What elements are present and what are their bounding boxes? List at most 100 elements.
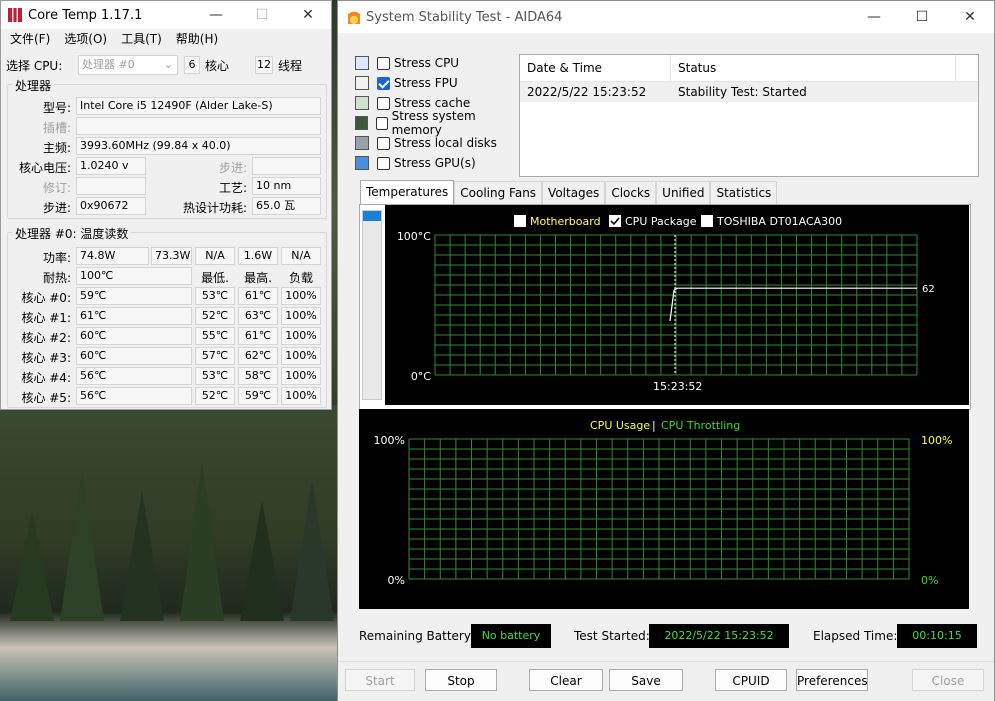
legend-motherboard-checkbox[interactable] bbox=[514, 215, 526, 227]
log-row-status: Stability Test: Started bbox=[678, 85, 807, 99]
log-row[interactable]: 2022/5/22 15:23:52 Stability Test: Start… bbox=[520, 82, 978, 102]
coretemp-titlebar[interactable]: Core Temp 1.17.1 — ☐ ✕ bbox=[1, 1, 331, 29]
save-button[interactable]: Save bbox=[609, 669, 683, 691]
sensor-scrollbar[interactable] bbox=[362, 210, 382, 400]
core-temp: 56℃ bbox=[76, 367, 192, 385]
tab-statistics[interactable]: Statistics bbox=[710, 181, 778, 204]
menu-options[interactable]: 选项(O) bbox=[64, 30, 107, 47]
memory-icon bbox=[355, 116, 368, 130]
flame-icon bbox=[348, 10, 360, 24]
stress-option[interactable]: Stress system memory bbox=[355, 109, 515, 137]
power-uncore: N/A bbox=[195, 247, 235, 265]
power-dram: 1.6W bbox=[238, 247, 278, 265]
model-value: Intel Core i5 12490F (Alder Lake-S) bbox=[76, 97, 321, 115]
vid-label: 核心电压: bbox=[18, 161, 71, 175]
battery-value: No battery bbox=[471, 624, 551, 648]
stress-checkbox[interactable] bbox=[377, 156, 390, 170]
core-load: 100% bbox=[281, 287, 321, 305]
scrollbar-thumb[interactable] bbox=[363, 211, 381, 221]
elapsed-time-value: 00:10:15 bbox=[897, 624, 977, 648]
lithography-label: 工艺: bbox=[218, 181, 247, 195]
core-temp: 60℃ bbox=[76, 327, 192, 345]
stress-option[interactable]: Stress FPU bbox=[355, 73, 515, 93]
close-icon[interactable]: ✕ bbox=[285, 7, 331, 23]
usage-right-top: 100% bbox=[921, 434, 952, 447]
cpuid-value: 0x90672 bbox=[76, 197, 146, 215]
start-button[interactable]: Start bbox=[345, 669, 415, 691]
processor-group-title: 处理器 bbox=[12, 77, 55, 94]
core-label: 核心 #5: bbox=[21, 391, 71, 405]
max-column-header: 最高. bbox=[244, 271, 272, 285]
usage-left-top: 100% bbox=[374, 434, 405, 447]
log-table: Date & Time Status 2022/5/22 15:23:52 St… bbox=[519, 54, 979, 177]
tab-voltages[interactable]: Voltages bbox=[542, 181, 606, 204]
core-min: 57℃ bbox=[195, 347, 235, 365]
core-min: 52℃ bbox=[195, 387, 235, 405]
temperature-grid bbox=[434, 234, 918, 376]
column-date-time[interactable]: Date & Time bbox=[520, 55, 671, 81]
temperature-group-title: 处理器 #0: 温度读数 bbox=[12, 225, 132, 242]
core-load: 100% bbox=[281, 347, 321, 365]
core-label: 核心 #2: bbox=[21, 331, 71, 345]
stress-checkbox[interactable] bbox=[377, 136, 390, 150]
tab-clocks[interactable]: Clocks bbox=[605, 181, 657, 204]
stepping-value bbox=[252, 157, 321, 175]
power-label: 功率: bbox=[42, 251, 71, 265]
load-column-header: 负载 bbox=[288, 271, 313, 285]
cpuid-button[interactable]: CPUID bbox=[715, 669, 787, 691]
threads-label: 线程 bbox=[278, 59, 303, 73]
socket-value bbox=[76, 117, 321, 135]
model-label: 型号: bbox=[42, 101, 71, 115]
legend-toshiba: TOSHIBA DT01ACA300 bbox=[716, 215, 842, 228]
stress-option-label: Stress local disks bbox=[394, 136, 497, 150]
legend-cpu-throttling: CPU Throttling bbox=[661, 419, 740, 432]
gpu-icon bbox=[355, 156, 369, 170]
stress-option[interactable]: Stress CPU bbox=[355, 53, 515, 73]
usage-left-bottom: 0% bbox=[388, 574, 405, 587]
tab-cooling-fans[interactable]: Cooling Fans bbox=[454, 181, 543, 204]
tdp-value: 65.0 瓦 bbox=[252, 197, 321, 215]
menu-tools[interactable]: 工具(T) bbox=[121, 30, 162, 47]
core-temp: 61℃ bbox=[76, 307, 192, 325]
menu-help[interactable]: 帮助(H) bbox=[176, 30, 218, 47]
core-min: 53℃ bbox=[195, 367, 235, 385]
stop-button[interactable]: Stop bbox=[425, 669, 497, 691]
stress-option-label: Stress FPU bbox=[394, 76, 458, 90]
menu-file[interactable]: 文件(F) bbox=[10, 30, 50, 47]
cpu-select[interactable]: 处理器 #0 ⌄ bbox=[78, 55, 178, 75]
coretemp-window: Core Temp 1.17.1 — ☐ ✕ 文件(F) 选项(O) 工具(T)… bbox=[0, 0, 332, 410]
maximize-icon[interactable]: ☐ bbox=[898, 9, 946, 25]
core-max: 58℃ bbox=[238, 367, 278, 385]
power-gpu: N/A bbox=[281, 247, 321, 265]
core-min: 53℃ bbox=[195, 287, 235, 305]
close-button[interactable]: Close bbox=[912, 669, 984, 691]
aida64-titlebar[interactable]: System Stability Test - AIDA64 — ☐ ✕ bbox=[338, 1, 994, 33]
legend-toshiba-checkbox[interactable] bbox=[701, 215, 713, 227]
stress-checkbox[interactable] bbox=[377, 76, 390, 90]
tab-unified[interactable]: Unified bbox=[656, 181, 711, 204]
column-status[interactable]: Status bbox=[671, 55, 956, 81]
coretemp-menubar: 文件(F) 选项(O) 工具(T) 帮助(H) bbox=[1, 29, 331, 47]
stress-option[interactable]: Stress local disks bbox=[355, 133, 515, 153]
revision-value bbox=[76, 177, 146, 195]
core-max: 61℃ bbox=[238, 287, 278, 305]
elapsed-time-label: Elapsed Time: bbox=[813, 629, 898, 643]
stress-checkbox[interactable] bbox=[377, 96, 390, 110]
usage-right-bottom: 0% bbox=[921, 574, 938, 587]
temp-time-label: 15:23:52 bbox=[653, 380, 702, 393]
stress-option[interactable]: Stress GPU(s) bbox=[355, 153, 515, 173]
legend-cpu-package-checkbox[interactable] bbox=[609, 215, 621, 227]
close-icon[interactable]: ✕ bbox=[946, 9, 994, 25]
chevron-down-icon: ⌄ bbox=[163, 58, 173, 71]
tab-temperatures[interactable]: Temperatures bbox=[360, 180, 455, 205]
minimize-icon[interactable]: — bbox=[193, 7, 239, 23]
minimize-icon[interactable]: — bbox=[850, 9, 898, 25]
stress-checkbox[interactable] bbox=[377, 56, 390, 70]
temp-current-label: 62 bbox=[922, 284, 935, 295]
stress-checkbox[interactable] bbox=[375, 116, 388, 130]
preferences-button[interactable]: Preferences bbox=[796, 669, 868, 691]
clear-button[interactable]: Clear bbox=[529, 669, 603, 691]
fpu-icon bbox=[355, 76, 369, 90]
lithography-value: 10 nm bbox=[252, 177, 321, 195]
core-max: 61℃ bbox=[238, 327, 278, 345]
